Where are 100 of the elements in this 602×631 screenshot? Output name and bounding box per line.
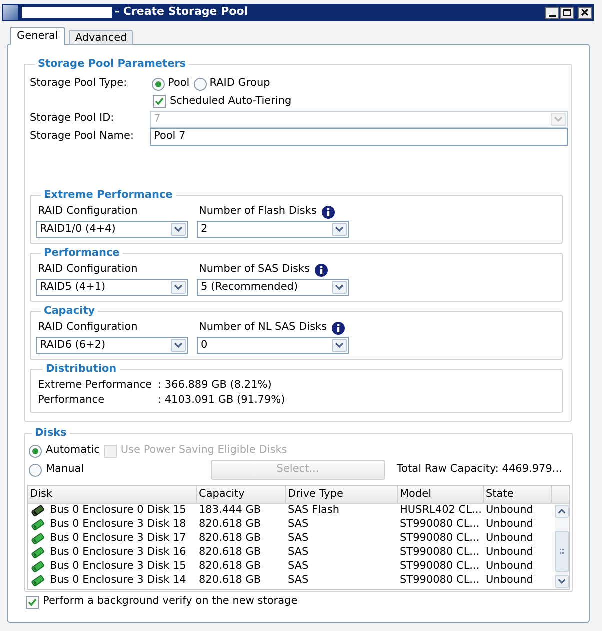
field-label: Storage Pool ID:: [30, 111, 116, 126]
table-cell-text: 820.618 GB: [198, 559, 262, 574]
group-title: Distribution: [45, 363, 118, 376]
checkbox-label[interactable]: Perform a background verify on the new storage: [43, 594, 298, 610]
close-button[interactable]: [578, 6, 592, 18]
scroll-up-button[interactable]: [555, 505, 569, 518]
table-cell-text: SAS: [287, 545, 310, 560]
checkbox-label[interactable]: Scheduled Auto-Tiering: [170, 94, 292, 110]
table-cell-text: 183.444 GB: [198, 503, 262, 518]
scrollbar-thumb[interactable]: [555, 531, 569, 572]
field-label: Storage Pool Name:: [30, 129, 135, 144]
table-cell-text: Bus 0 Enclosure 3 Disk 17: [50, 531, 186, 546]
tab[interactable]: General: [10, 27, 66, 45]
window-title: - Create Storage Pool: [115, 4, 248, 20]
minimize-icon: [548, 14, 556, 16]
table-cell-text: SAS: [287, 573, 310, 588]
table-cell-text: ST990080 CL...: [399, 559, 481, 574]
radio-button[interactable]: [29, 464, 42, 476]
radio-label[interactable]: Pool: [168, 76, 190, 92]
field-label: RAID Configuration: [38, 320, 138, 336]
table-cell-text: Unbound: [485, 503, 534, 518]
field-label: Number of NL SAS Disks: [199, 320, 328, 336]
table-cell-text: ST990080 CL...: [399, 531, 481, 546]
drive-icon: [31, 561, 45, 573]
maximize-icon: [563, 9, 571, 16]
drive-icon: [31, 519, 45, 531]
dropdown[interactable]: RAID6 (6+2): [36, 337, 188, 354]
table-cell-text: ST990080 CL...: [399, 573, 481, 588]
field-label: Number of Flash Disks: [199, 204, 317, 220]
radio-label[interactable]: RAID Group: [210, 76, 270, 92]
chevron-down-icon[interactable]: [171, 281, 186, 294]
total-capacity: Total Raw Capacity: 4469.979...: [397, 462, 562, 478]
table-cell-text: Bus 0 Enclosure 3 Disk 18: [50, 517, 186, 532]
table-cell-text: ST990080 CL...: [399, 517, 481, 532]
info-icon[interactable]: [322, 206, 335, 218]
chevron-down-icon[interactable]: [332, 223, 347, 236]
table-cell-text: 820.618 GB: [198, 517, 262, 532]
chevron-down-icon[interactable]: [332, 281, 347, 294]
distribution-label: Performance: [38, 392, 106, 408]
distribution-label: Extreme Performance: [38, 378, 154, 393]
table-cell-text: Unbound: [485, 559, 534, 574]
field-label: RAID Configuration: [38, 204, 138, 220]
window-icon: [3, 5, 18, 20]
table-cell-text: Bus 0 Enclosure 0 Disk 15: [50, 503, 186, 518]
dropdown[interactable]: RAID5 (4+1): [36, 279, 188, 296]
table-cell-text: 820.618 GB: [198, 545, 262, 560]
table-cell-text: 820.618 GB: [198, 573, 262, 588]
group-title: Extreme Performance: [43, 189, 174, 202]
maximize-button[interactable]: [560, 6, 574, 18]
chevron-down-icon: [558, 579, 566, 584]
group-title: Performance: [43, 247, 121, 260]
scroll-down-button[interactable]: [555, 575, 569, 588]
chevron-down-icon[interactable]: [171, 339, 186, 352]
distribution-value: : 366.889 GB (8.21%): [158, 378, 272, 393]
field-label: Number of SAS Disks: [199, 262, 310, 278]
checkbox[interactable]: [26, 596, 39, 608]
column-header[interactable]: Drive Type: [286, 486, 398, 503]
minimize-button[interactable]: [545, 6, 559, 18]
group-title: Storage Pool Parameters: [37, 58, 188, 71]
field-label: Storage Pool Type:: [30, 76, 128, 92]
dropdown[interactable]: 5 (Recommended): [197, 279, 349, 296]
radio-label[interactable]: Manual: [46, 462, 84, 478]
drive-icon: [31, 575, 45, 587]
info-icon[interactable]: [315, 264, 328, 276]
table-cell-text: Bus 0 Enclosure 3 Disk 14: [50, 573, 186, 588]
group-title: Disks: [34, 427, 68, 440]
field-label: RAID Configuration: [38, 262, 138, 278]
table-cell-text: Bus 0 Enclosure 3 Disk 16: [50, 545, 186, 560]
close-icon: [581, 9, 589, 16]
column-header[interactable]: Capacity: [197, 486, 286, 503]
scrollbar-track[interactable]: [555, 504, 569, 589]
drive-icon: [31, 533, 45, 545]
table-cell-text: Unbound: [485, 573, 534, 588]
table-cell-text: 820.618 GB: [198, 531, 262, 546]
dropdown[interactable]: RAID1/0 (4+4): [36, 221, 188, 238]
tab[interactable]: Advanced: [69, 30, 134, 45]
text-field[interactable]: Pool 7: [150, 128, 568, 146]
chevron-down-icon[interactable]: [332, 339, 347, 352]
chevron-up-icon: [558, 509, 566, 514]
dropdown[interactable]: 0: [197, 337, 349, 354]
dropdown[interactable]: 2: [197, 221, 349, 238]
checkbox[interactable]: [153, 95, 166, 108]
radio-button[interactable]: [194, 78, 207, 90]
column-header[interactable]: Model: [398, 486, 484, 503]
table-cell-text: SAS: [287, 559, 310, 574]
table-cell-text: Unbound: [485, 531, 534, 546]
radio-button[interactable]: [152, 78, 165, 90]
radio-button[interactable]: [29, 444, 42, 458]
drive-icon: [31, 505, 45, 517]
drive-icon: [31, 547, 45, 559]
table-cell-text: SAS Flash: [287, 503, 341, 518]
table-cell-text: Unbound: [485, 545, 534, 560]
column-header[interactable]: Disk: [28, 486, 197, 503]
chevron-down-icon[interactable]: [171, 223, 186, 236]
table-cell-text: ST990080 CL...: [399, 545, 481, 560]
distribution-value: : 4103.091 GB (91.79%): [158, 392, 286, 408]
column-header[interactable]: State: [484, 486, 552, 503]
table-cell-text: Unbound: [485, 517, 534, 532]
radio-label[interactable]: Automatic: [46, 443, 100, 459]
info-icon[interactable]: [332, 322, 346, 334]
